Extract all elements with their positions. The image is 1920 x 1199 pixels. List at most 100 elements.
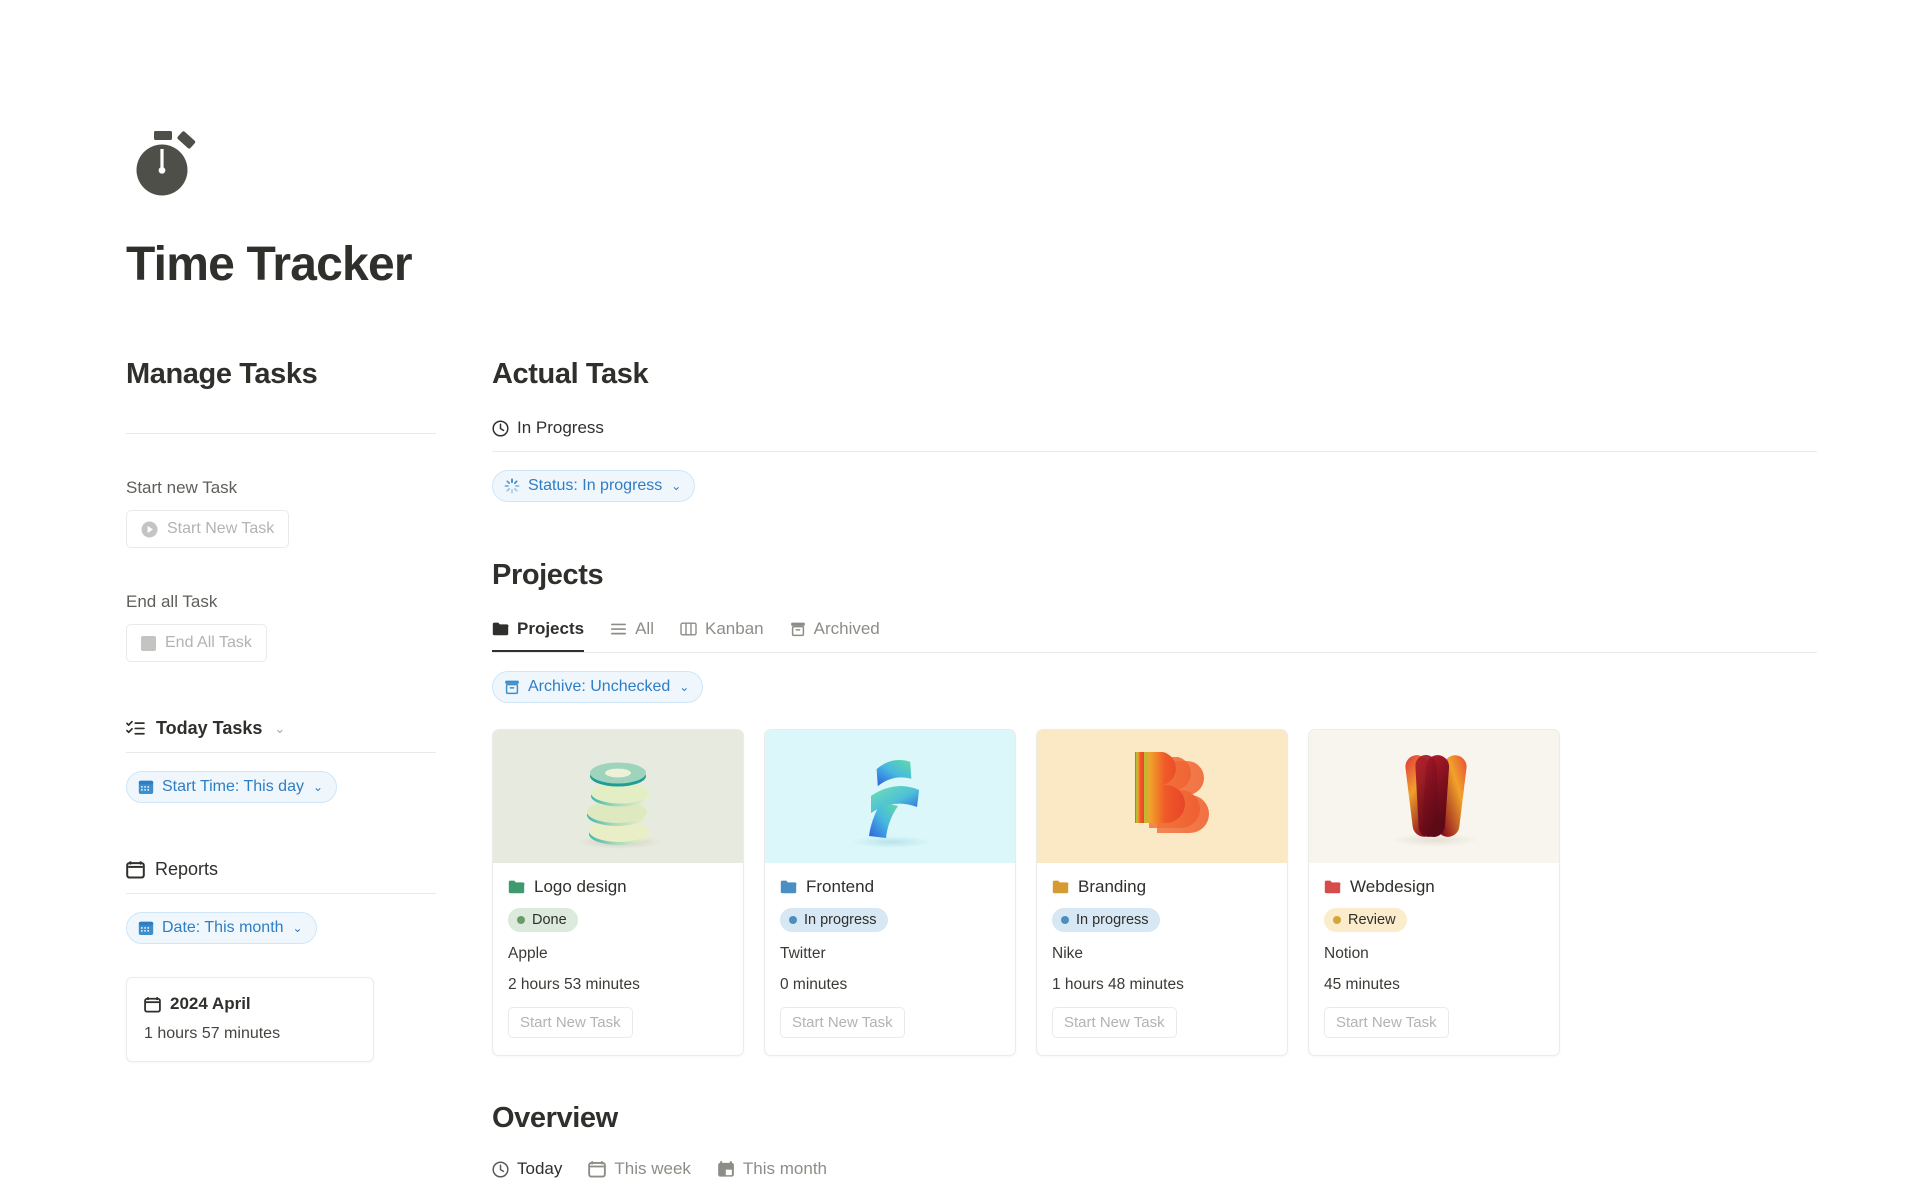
status-dot-icon (517, 916, 525, 924)
report-month-card[interactable]: 2024 April 1 hours 57 minutes (126, 977, 374, 1062)
start-new-task-button[interactable]: Start New Task (126, 510, 290, 548)
project-cover (1037, 730, 1287, 863)
project-card[interactable]: Logo design Done Apple 2 hours 53 minute… (492, 729, 744, 1056)
tab-all[interactable]: All (610, 619, 654, 652)
time-tracker-page: Time Tracker Manage Tasks Start new Task… (0, 0, 1920, 1199)
chevron-down-icon: ⌄ (292, 921, 303, 935)
calendar-icon (588, 1160, 607, 1178)
tab-projects[interactable]: Projects (492, 619, 584, 652)
tab-this-week-label: This week (614, 1159, 691, 1178)
project-client: Apple (508, 945, 548, 962)
projects-tabbar: Projects All Kanban Archived (492, 619, 1817, 652)
tab-kanban[interactable]: Kanban (680, 619, 764, 652)
project-card[interactable]: Branding In progress Nike 1 hours 48 min… (1036, 729, 1288, 1056)
clock-icon (492, 419, 509, 437)
end-all-task-label: End all Task (126, 592, 218, 611)
card-start-new-task-button[interactable]: Start New Task (1052, 1007, 1177, 1038)
project-card-body: Frontend In progress Twitter 0 minutes S… (765, 863, 1015, 1055)
project-card[interactable]: Webdesign Review Notion 45 minutes Start… (1308, 729, 1560, 1056)
folder-icon (1324, 879, 1341, 895)
status-badge: Review (1324, 908, 1407, 932)
status-filter[interactable]: Status: In progress ⌄ (492, 470, 696, 502)
project-card-list: Logo design Done Apple 2 hours 53 minute… (492, 729, 1817, 1056)
project-cover (493, 730, 743, 863)
chevron-down-icon: ⌄ (671, 479, 682, 493)
red-w-art (1391, 755, 1479, 847)
project-card[interactable]: Frontend In progress Twitter 0 minutes S… (764, 729, 1016, 1056)
report-card-title: 2024 April (170, 994, 251, 1013)
columns-icon (680, 621, 697, 637)
actual-task-tabbar: In Progress (492, 418, 1817, 451)
teal-coil-art (577, 762, 661, 849)
folder-icon (1052, 879, 1069, 895)
status-dot-icon (1061, 916, 1069, 924)
tab-this-month[interactable]: This month (717, 1159, 827, 1179)
start-time-filter[interactable]: Start Time: This day ⌄ (126, 771, 338, 803)
tab-projects-label: Projects (517, 619, 585, 638)
status-badge-label: In progress (1076, 912, 1149, 928)
status-badge: Done (508, 908, 578, 932)
projects-heading: Projects (492, 559, 604, 591)
actual-task-heading: Actual Task (492, 358, 649, 390)
card-start-new-task-button[interactable]: Start New Task (1324, 1007, 1449, 1038)
report-card-title-row: 2024 April (144, 994, 356, 1014)
start-new-task-button-label: Start New Task (167, 520, 275, 537)
today-tasks-group-header[interactable]: Today Tasks ⌄ (126, 718, 436, 739)
end-all-task-button[interactable]: End All Task (126, 624, 267, 662)
spinner-icon (504, 478, 520, 494)
project-client: Notion (1324, 945, 1369, 962)
status-badge: In progress (780, 908, 888, 932)
overview-tabbar: Today This week This month (492, 1159, 1817, 1179)
start-new-task-label: Start new Task (126, 478, 238, 497)
status-badge-label: Done (532, 912, 567, 928)
project-name: Logo design (534, 877, 627, 896)
stop-square-icon (141, 635, 156, 651)
chevron-down-icon: ⌄ (312, 780, 324, 794)
tab-archived[interactable]: Archived (790, 619, 880, 652)
tab-in-progress[interactable]: In Progress (492, 418, 604, 451)
clock-icon (492, 1160, 509, 1178)
blue-green-f-art (851, 760, 931, 848)
sidebar-divider (126, 433, 436, 434)
sidebar: Manage Tasks Start new Task Start New Ta… (126, 358, 436, 1062)
main-content: Actual Task In Progress Status: In progr… (492, 358, 1817, 1179)
project-name-row: Frontend (780, 877, 1000, 897)
reports-date-filter-label: Date: This month (162, 919, 284, 936)
today-tasks-divider (126, 752, 436, 753)
archive-icon (504, 679, 520, 695)
project-card-body: Webdesign Review Notion 45 minutes Start… (1309, 863, 1559, 1055)
card-start-new-task-button[interactable]: Start New Task (780, 1007, 905, 1038)
status-filter-label: Status: In progress (528, 477, 663, 494)
project-name-row: Webdesign (1324, 877, 1544, 897)
tab-archived-label: Archived (813, 619, 880, 638)
end-all-task-button-label: End All Task (165, 634, 252, 651)
tab-this-month-label: This month (742, 1159, 827, 1178)
project-card-body: Logo design Done Apple 2 hours 53 minute… (493, 863, 743, 1055)
tab-this-week[interactable]: This week (588, 1159, 691, 1179)
overview-heading: Overview (492, 1102, 618, 1134)
play-circle-icon (141, 521, 158, 538)
actual-task-divider (492, 451, 1817, 452)
card-start-new-task-button[interactable]: Start New Task (508, 1007, 633, 1038)
archive-icon (790, 621, 806, 637)
card-start-new-task-label: Start New Task (520, 1014, 621, 1031)
reports-group-header[interactable]: Reports (126, 859, 436, 880)
app-title: Time Tracker (126, 238, 413, 291)
chevron-down-icon: ⌄ (679, 680, 690, 694)
reports-date-filter[interactable]: Date: This month ⌄ (126, 912, 317, 944)
reports-divider (126, 893, 436, 894)
tab-today[interactable]: Today (492, 1159, 562, 1179)
archive-filter-label: Archive: Unchecked (528, 678, 671, 695)
project-name-row: Logo design (508, 877, 728, 897)
project-cover (765, 730, 1015, 863)
tab-today-label: Today (517, 1159, 563, 1178)
chevron-down-icon[interactable]: ⌄ (274, 721, 285, 737)
archive-filter[interactable]: Archive: Unchecked ⌄ (492, 671, 704, 703)
calendar-filled-icon (717, 1160, 735, 1178)
project-card-body: Branding In progress Nike 1 hours 48 min… (1037, 863, 1287, 1055)
project-client: Nike (1052, 945, 1084, 962)
card-start-new-task-label: Start New Task (1336, 1014, 1437, 1031)
project-name: Frontend (806, 877, 875, 896)
card-start-new-task-label: Start New Task (1064, 1014, 1165, 1031)
project-name: Webdesign (1350, 877, 1435, 896)
